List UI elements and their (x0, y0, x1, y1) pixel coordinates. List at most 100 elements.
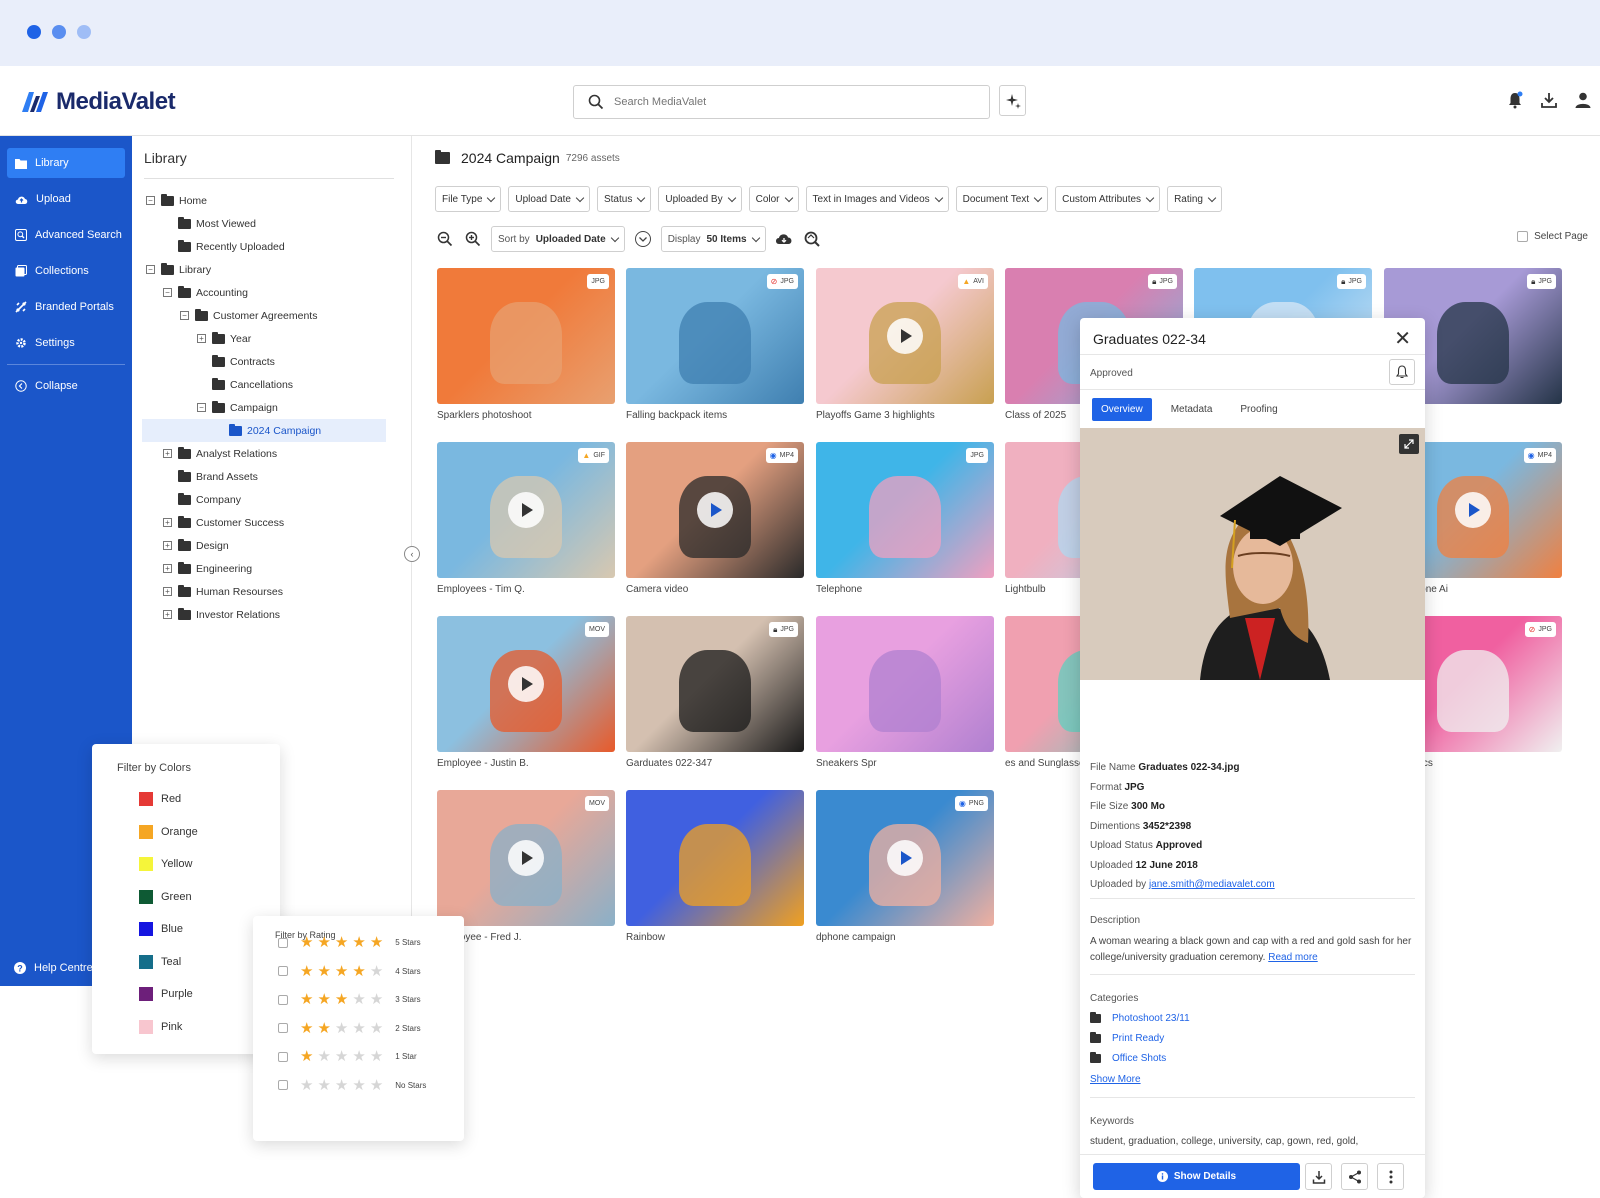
play-button[interactable] (508, 492, 544, 528)
asset-card[interactable]: ⊘ JPG Falling backpack items (626, 268, 804, 421)
tree-item[interactable]: − Home (142, 189, 386, 212)
asset-thumbnail[interactable]: JPG (816, 442, 994, 578)
expand-icon[interactable]: + (163, 518, 172, 527)
close-icon[interactable]: ✕ (1394, 329, 1411, 349)
color-option[interactable]: Purple (139, 987, 193, 1001)
user-avatar-icon[interactable] (1574, 91, 1592, 109)
sidebar-item-branded-portals[interactable]: Branded Portals (7, 292, 125, 322)
asset-card[interactable]: ▲ GIF Employees - Tim Q. (437, 442, 615, 595)
asset-card[interactable]: JPG Sparklers photoshoot (437, 268, 615, 421)
asset-thumbnail[interactable]: 🔒︎JPG (626, 616, 804, 752)
play-button[interactable] (697, 492, 733, 528)
color-option[interactable]: Green (139, 889, 192, 904)
help-centre-link[interactable]: ? Help Centre (14, 962, 93, 974)
search-bar[interactable] (573, 85, 990, 119)
zoom-in-icon[interactable] (463, 229, 483, 249)
sidebar-item-advanced-search[interactable]: Advanced Search (7, 220, 125, 250)
tree-item[interactable]: Recently Uploaded (142, 235, 386, 258)
display-count-dropdown[interactable]: Display 50 Items (660, 226, 766, 252)
sidebar-item-settings[interactable]: Settings (7, 328, 125, 358)
download-icon[interactable] (1540, 91, 1558, 109)
window-minimize-dot[interactable] (52, 25, 66, 39)
checkbox[interactable] (278, 1023, 288, 1033)
tree-item[interactable]: + Customer Success (142, 511, 386, 534)
play-button[interactable] (1455, 492, 1491, 528)
asset-thumbnail[interactable]: JPG (437, 268, 615, 404)
asset-card[interactable]: ▲ AVI Playoffs Game 3 highlights (816, 268, 994, 421)
rating-option[interactable]: ★ ★ ★ ★ ★ 2 Stars (278, 1021, 421, 1036)
share-button[interactable] (1341, 1163, 1368, 1190)
color-option[interactable]: Yellow (139, 857, 192, 871)
show-details-button[interactable]: Show Details (1093, 1163, 1300, 1190)
expand-icon[interactable] (1399, 434, 1419, 454)
play-button[interactable] (887, 318, 923, 354)
collapse-toggle-icon[interactable]: − (180, 311, 189, 320)
show-more-link[interactable]: Show More (1090, 1074, 1141, 1085)
expand-icon[interactable]: + (163, 449, 172, 458)
category-link[interactable]: Photoshoot 23/11 (1090, 1012, 1190, 1024)
asset-thumbnail[interactable]: ◉ MP4 (626, 442, 804, 578)
window-close-dot[interactable] (27, 25, 41, 39)
color-option[interactable]: Red (139, 792, 181, 806)
expand-icon[interactable]: + (163, 541, 172, 550)
rating-option[interactable]: ★ ★ ★ ★ ★ 1 Star (278, 1049, 417, 1064)
tree-item[interactable]: + Design (142, 534, 386, 557)
visual-search-icon[interactable] (802, 229, 822, 249)
checkbox[interactable] (278, 994, 288, 1005)
sidebar-item-library[interactable]: Library (7, 148, 125, 178)
cloud-download-icon[interactable] (774, 229, 794, 249)
asset-card[interactable]: ◉ PNG dphone campaign (816, 790, 994, 943)
filter-dropdown[interactable]: Custom Attributes (1055, 186, 1161, 212)
expand-icon[interactable]: + (197, 334, 206, 343)
filter-dropdown[interactable]: Uploaded By (658, 186, 742, 212)
play-button[interactable] (508, 666, 544, 702)
app-logo[interactable]: MediaValet (20, 88, 176, 116)
asset-thumbnail[interactable]: ▲ GIF (437, 442, 615, 578)
tree-item[interactable]: − Library (142, 258, 386, 281)
tree-item[interactable]: + Year (142, 327, 386, 350)
tree-item[interactable]: − Accounting (142, 281, 386, 304)
sidebar-collapse[interactable]: Collapse (7, 371, 125, 401)
rating-option[interactable]: ★ ★ ★ ★ ★ 3 Stars (278, 992, 421, 1007)
uploader-email-link[interactable]: jane.smith@mediavalet.com (1149, 879, 1275, 890)
filter-dropdown[interactable]: Document Text (955, 186, 1049, 212)
asset-thumbnail[interactable] (816, 616, 994, 752)
asset-card[interactable]: MOV Employee - Justin B. (437, 616, 615, 769)
tree-item[interactable]: Most Viewed (142, 212, 386, 235)
expand-icon[interactable]: + (163, 564, 172, 573)
tree-item[interactable]: + Analyst Relations (142, 442, 386, 465)
tree-item[interactable]: − Campaign (142, 396, 386, 419)
asset-card[interactable]: 🔒︎ JPG Garduates 022-347 (626, 616, 804, 769)
checkbox[interactable] (1517, 231, 1529, 242)
filter-dropdown[interactable]: Rating (1167, 186, 1222, 212)
tab-metadata[interactable]: Metadata (1162, 398, 1222, 421)
collapse-toggle-icon[interactable]: − (197, 403, 206, 412)
asset-thumbnail[interactable]: MOV (437, 790, 615, 926)
category-link[interactable]: Print Ready (1090, 1032, 1164, 1044)
filter-dropdown[interactable]: File Type (435, 186, 502, 212)
ai-sparkle-button[interactable] (999, 85, 1026, 116)
color-option[interactable]: Orange (139, 824, 198, 839)
checkbox[interactable] (278, 1080, 288, 1090)
tab-proofing[interactable]: Proofing (1231, 398, 1286, 421)
filter-dropdown[interactable]: Color (748, 186, 799, 212)
play-button[interactable] (508, 840, 544, 876)
rating-option[interactable]: ★ ★ ★ ★ ★ 5 Stars (278, 935, 421, 950)
rating-option[interactable]: ★ ★ ★ ★ ★ 4 Stars (278, 964, 421, 979)
tab-overview[interactable]: Overview (1092, 398, 1152, 421)
window-maximize-dot[interactable] (77, 25, 91, 39)
read-more-link[interactable]: Read more (1268, 952, 1317, 963)
notification-bell-icon[interactable] (1506, 91, 1524, 109)
expand-icon[interactable]: + (163, 610, 172, 619)
tree-item[interactable]: + Investor Relations (142, 603, 386, 626)
tree-item[interactable]: Brand Assets (142, 465, 386, 488)
filter-dropdown[interactable]: Upload Date (508, 186, 590, 212)
checkbox[interactable] (278, 966, 288, 976)
filter-dropdown[interactable]: Status (596, 186, 652, 212)
collapse-toggle-icon[interactable]: − (163, 288, 172, 297)
sidebar-item-upload[interactable]: Upload (7, 184, 125, 214)
more-options-button[interactable] (1377, 1163, 1404, 1190)
asset-card[interactable]: Rainbow (626, 790, 804, 943)
category-link[interactable]: Office Shots (1090, 1052, 1166, 1064)
asset-card[interactable]: ◉ MP4 Camera video (626, 442, 804, 595)
